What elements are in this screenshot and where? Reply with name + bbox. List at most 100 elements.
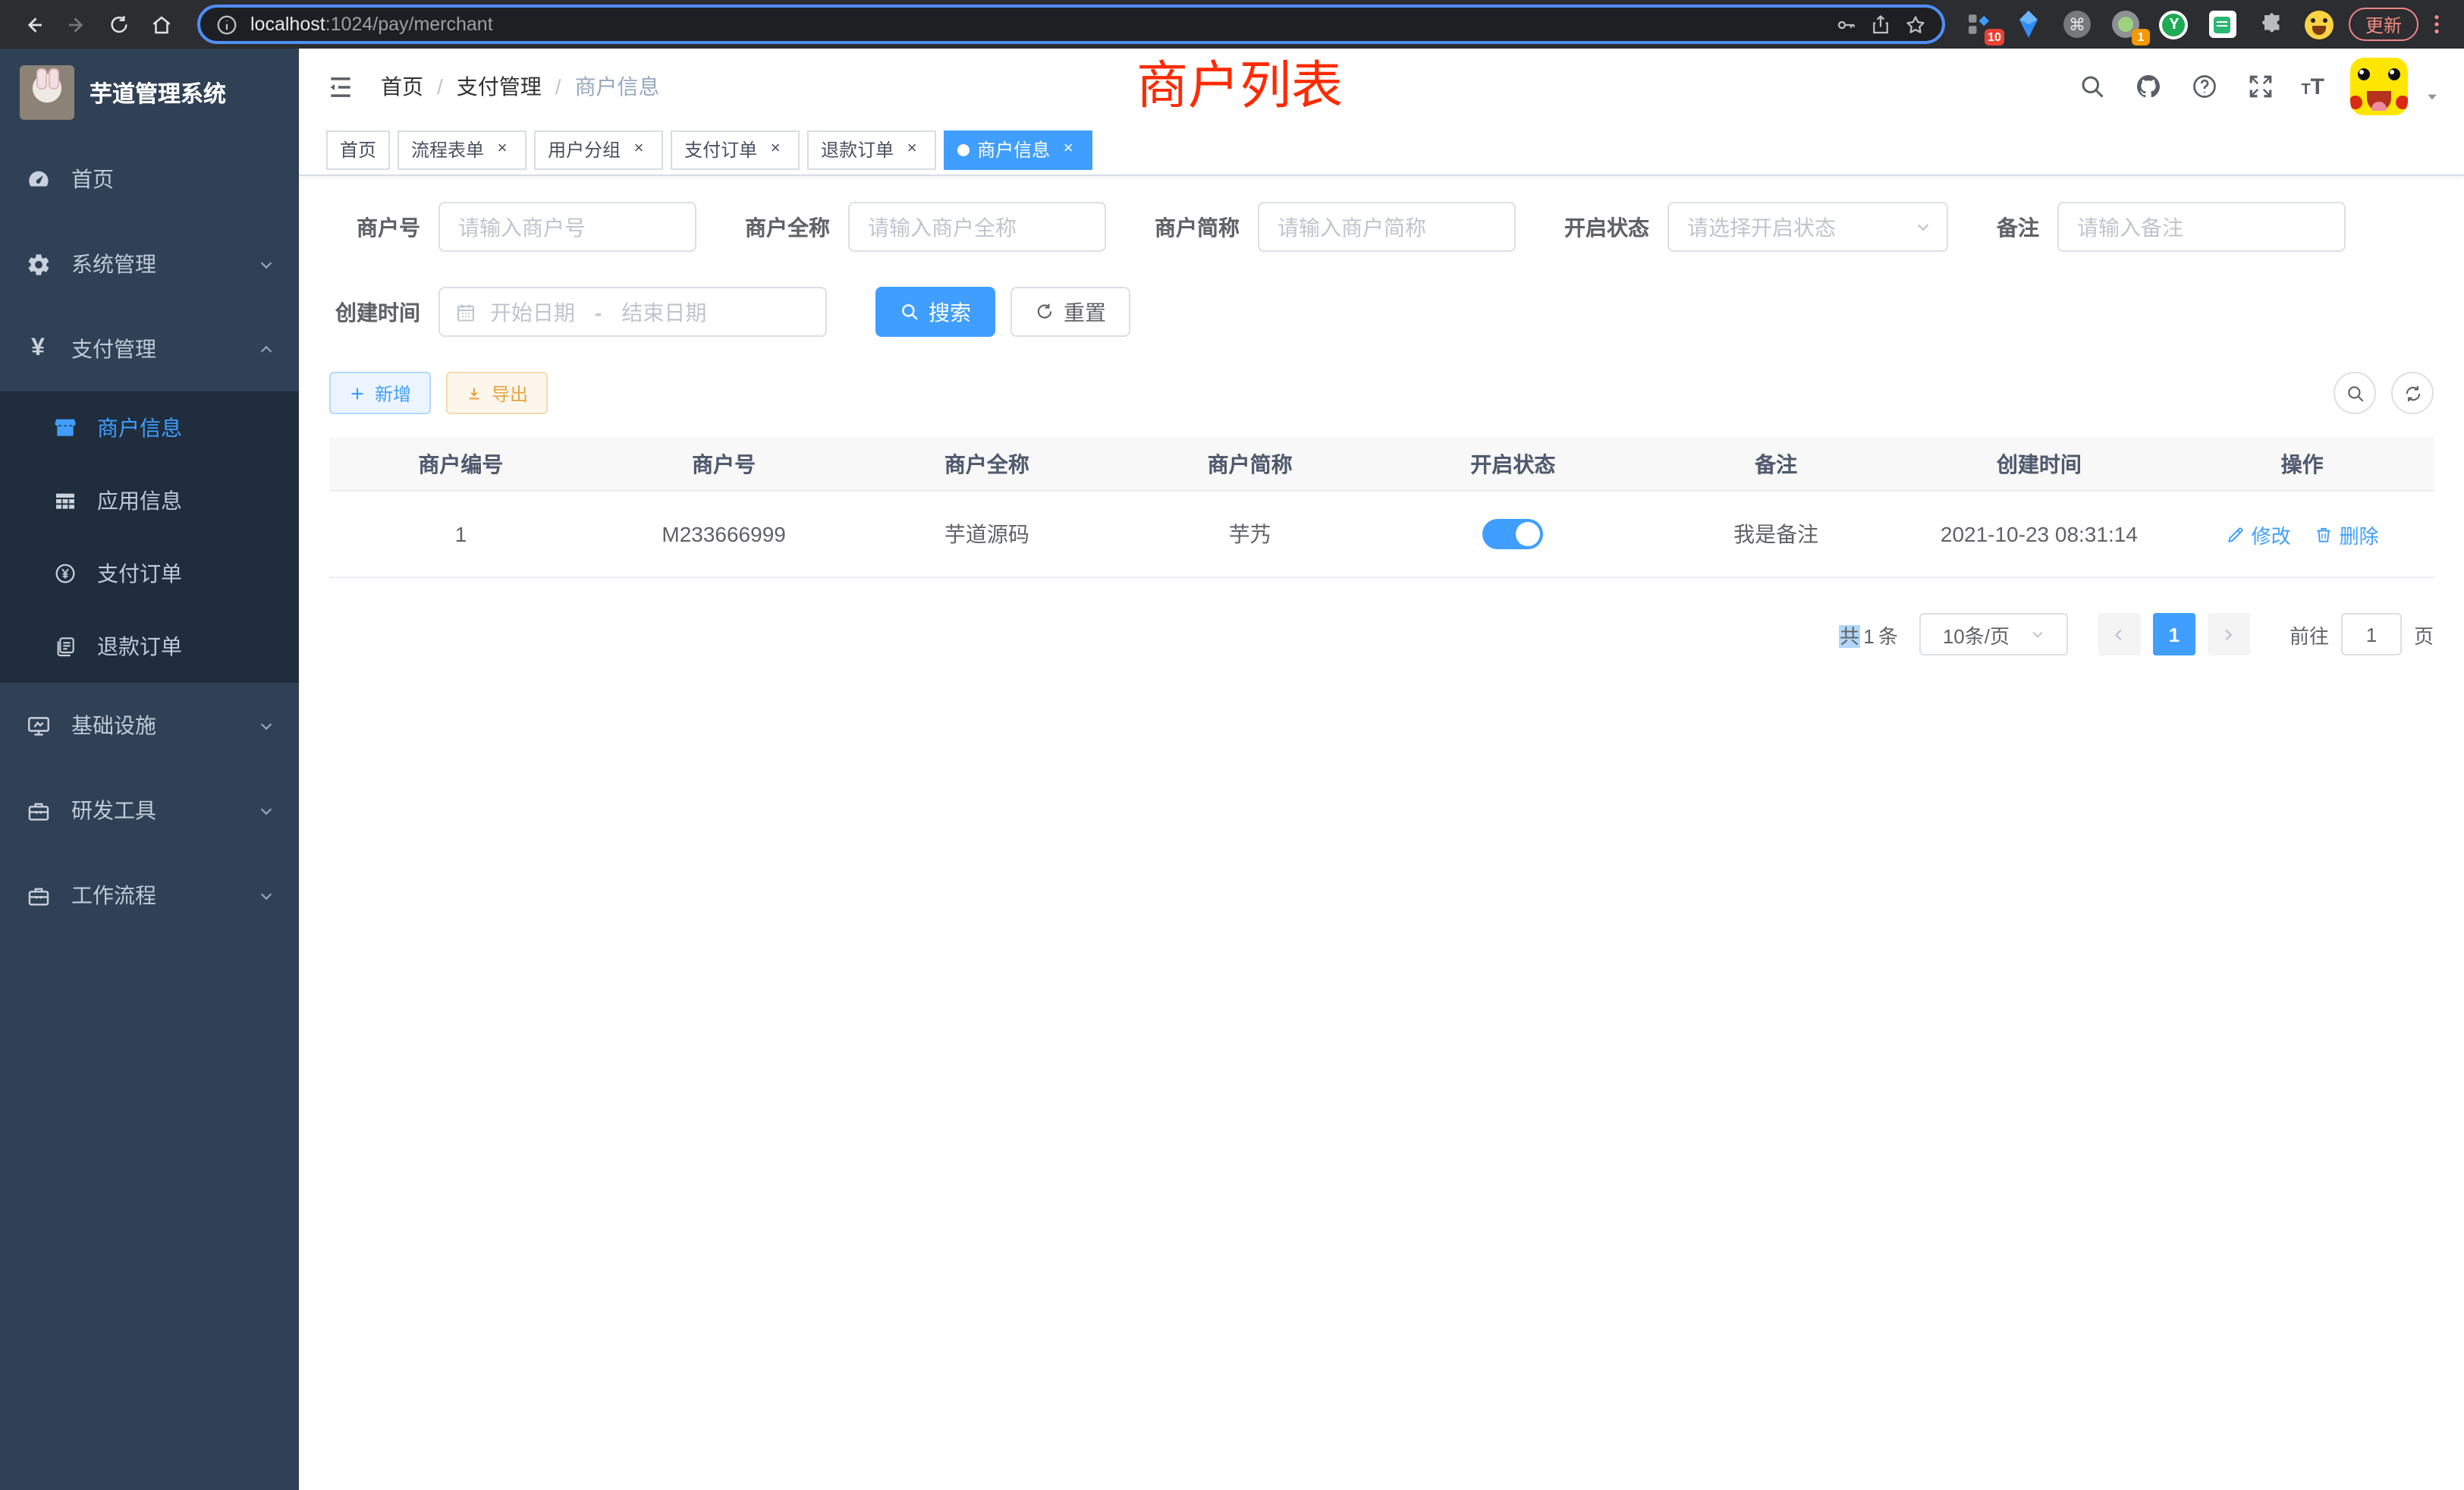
refresh-icon	[2403, 383, 2422, 403]
sidebar-item-merchant-info[interactable]: 商户信息	[0, 391, 299, 464]
chevron-down-icon	[258, 802, 275, 819]
extension-chat-icon[interactable]	[2206, 8, 2239, 41]
create-time-range-picker[interactable]: 开始日期 - 结束日期	[438, 287, 827, 337]
help-icon[interactable]	[2189, 71, 2219, 102]
chevron-down-icon	[258, 717, 275, 734]
sidebar-item-payment-orders[interactable]: 支付订单	[0, 537, 299, 610]
pager: 1	[2098, 613, 2250, 655]
browser-reload-button[interactable]	[100, 6, 137, 42]
export-button[interactable]: 导出	[446, 372, 548, 414]
browser-update-button[interactable]: 更新	[2349, 8, 2418, 41]
tag-refund-orders[interactable]: 退款订单 ×	[807, 130, 936, 169]
close-icon[interactable]: ×	[492, 139, 513, 160]
filter-merchant-no: 商户号	[329, 202, 696, 252]
next-page-button[interactable]	[2208, 613, 2250, 655]
page-size-select[interactable]: 10条/页	[1919, 613, 2068, 655]
cell-merchant-id: 1	[329, 492, 592, 577]
filter-full-name: 商户全称	[745, 202, 1106, 252]
browser-back-button[interactable]	[15, 6, 52, 42]
search-icon[interactable]	[2076, 71, 2107, 102]
fullscreen-icon[interactable]	[2245, 71, 2275, 102]
close-icon[interactable]: ×	[901, 139, 922, 160]
trash-icon	[2314, 524, 2334, 544]
add-button[interactable]: 新增	[329, 372, 431, 414]
sidebar-item-system[interactable]: 系统管理	[0, 222, 299, 306]
extension-y-icon[interactable]: Y	[2158, 8, 2191, 41]
prev-page-button[interactable]	[2098, 613, 2141, 655]
page-number-button[interactable]: 1	[2153, 613, 2195, 655]
gear-icon	[24, 250, 52, 278]
user-menu-caret-icon[interactable]	[2425, 90, 2440, 105]
chevron-down-icon	[1915, 218, 1931, 235]
tag-home[interactable]: 首页	[326, 130, 390, 169]
github-icon[interactable]	[2132, 71, 2163, 102]
chevron-left-icon	[2111, 626, 2128, 643]
filter-label: 创建时间	[329, 297, 420, 327]
sidebar: 芋道管理系统 首页 系统管理 ¥	[0, 49, 299, 1490]
date-separator: -	[595, 300, 602, 324]
close-icon[interactable]: ×	[765, 139, 786, 160]
status-select[interactable]: 请选择开启状态	[1667, 202, 1948, 252]
sidebar-item-payment[interactable]: ¥ 支付管理	[0, 306, 299, 391]
profile-emoji-icon[interactable]	[2303, 8, 2337, 41]
chevron-down-icon	[2029, 627, 2044, 642]
sidebar-item-dev-tools[interactable]: 研发工具	[0, 768, 299, 853]
password-key-icon[interactable]	[1834, 13, 1857, 36]
sidebar-menu: 首页 系统管理 ¥ 支付管理	[0, 137, 299, 1490]
browser-home-button[interactable]	[143, 6, 179, 42]
sidebar-logo[interactable]: 芋道管理系统	[0, 49, 299, 137]
font-size-icon[interactable]: TT	[2301, 74, 2324, 99]
refresh-table-button[interactable]	[2391, 372, 2434, 414]
address-bar[interactable]: localhost:1024/pay/merchant	[197, 5, 1945, 44]
breadcrumb-home[interactable]: 首页	[381, 71, 423, 102]
full-name-input[interactable]	[848, 202, 1106, 252]
browser-menu-button[interactable]	[2425, 8, 2449, 41]
sidebar-item-workflow[interactable]: 工作流程	[0, 853, 299, 938]
sidebar-item-app-info[interactable]: 应用信息	[0, 464, 299, 537]
sidebar-item-label: 应用信息	[97, 486, 182, 516]
sidebar-collapse-button[interactable]	[323, 70, 357, 103]
table-toolbar: 新增 导出	[329, 372, 2434, 414]
chevron-down-icon	[258, 256, 275, 272]
reset-button[interactable]: 重置	[1010, 287, 1130, 337]
extension-command-icon[interactable]: ⌘	[2060, 8, 2094, 41]
share-icon[interactable]	[1869, 13, 1892, 36]
page-unit-label: 页	[2414, 620, 2434, 649]
extension-proxy-icon[interactable]: 1	[2109, 8, 2142, 41]
filter-label: 开启状态	[1564, 212, 1649, 242]
delete-link[interactable]: 删除	[2314, 520, 2379, 549]
search-icon	[2345, 383, 2365, 403]
user-avatar[interactable]	[2350, 58, 2408, 115]
extension-gem-icon[interactable]	[2012, 8, 2045, 41]
short-name-input[interactable]	[1258, 202, 1516, 252]
tag-user-group[interactable]: 用户分组 ×	[534, 130, 663, 169]
chevron-down-icon	[258, 887, 275, 904]
close-icon[interactable]: ×	[1058, 139, 1079, 160]
edit-link[interactable]: 修改	[2226, 520, 2291, 549]
status-toggle[interactable]	[1482, 519, 1543, 549]
cell-actions: 修改 删除	[2170, 492, 2434, 577]
search-button[interactable]: 搜索	[875, 287, 995, 337]
sidebar-item-infrastructure[interactable]: 基础设施	[0, 683, 299, 768]
cell-create-time: 2021-10-23 08:31:14	[1908, 492, 2171, 577]
app-title: 芋道管理系统	[90, 77, 226, 108]
tag-merchant-info[interactable]: 商户信息 ×	[944, 130, 1092, 169]
bookmark-star-icon[interactable]	[1904, 13, 1927, 36]
remark-input[interactable]	[2057, 202, 2346, 252]
site-info-icon[interactable]	[215, 13, 238, 36]
breadcrumb-section[interactable]: 支付管理	[457, 71, 542, 102]
sidebar-item-label: 商户信息	[97, 413, 182, 443]
browser-forward-button[interactable]	[58, 6, 94, 42]
goto-page-input[interactable]	[2341, 613, 2402, 655]
toggle-search-button[interactable]	[2334, 372, 2376, 414]
sidebar-item-refund-orders[interactable]: 退款订单	[0, 610, 299, 683]
extensions-puzzle-icon[interactable]	[2255, 8, 2288, 41]
close-icon[interactable]: ×	[628, 139, 649, 160]
tag-payment-orders[interactable]: 支付订单 ×	[671, 130, 800, 169]
tag-process-form[interactable]: 流程表单 ×	[398, 130, 526, 169]
merchant-no-input[interactable]	[438, 202, 696, 252]
filter-label: 备注	[1997, 212, 2039, 242]
extension-workflow-icon[interactable]: 10	[1963, 8, 1997, 41]
tag-label: 流程表单	[411, 137, 484, 162]
sidebar-item-home[interactable]: 首页	[0, 137, 299, 222]
